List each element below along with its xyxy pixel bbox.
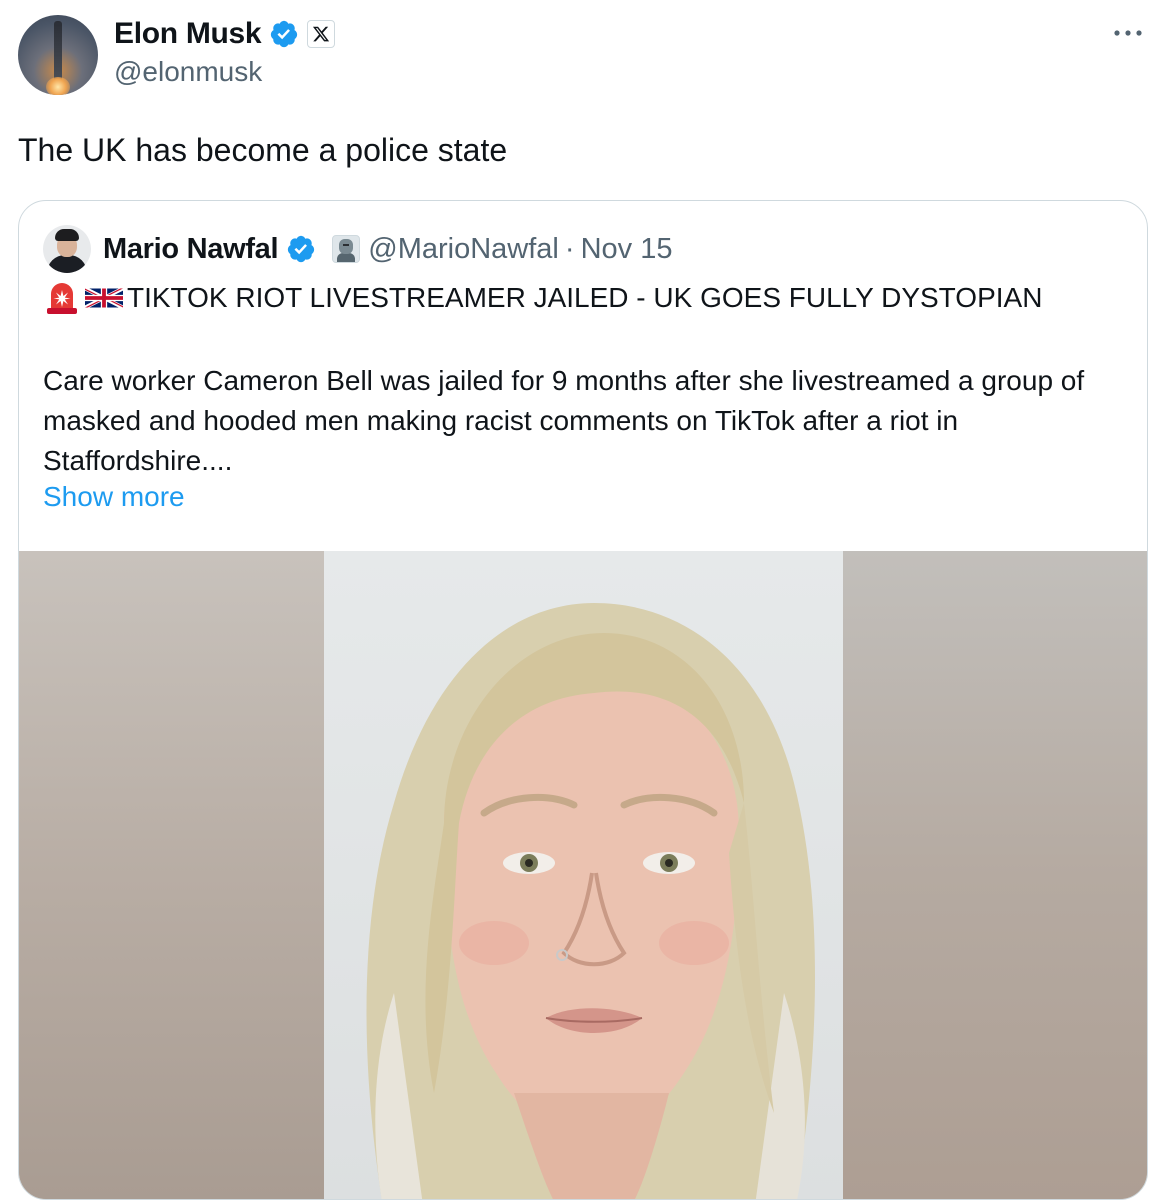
media-blurred-right — [843, 551, 1147, 1199]
quoted-tweet-headline: TIKTOK RIOT LIVESTREAMER JAILED - UK GOE… — [43, 281, 1042, 315]
verified-badge-icon — [271, 20, 298, 48]
custody-photo — [324, 551, 843, 1199]
portrait-graphic — [366, 603, 815, 1199]
quoted-author-avatar[interactable] — [43, 225, 91, 273]
quoted-tweet-card[interactable]: Mario Nawfal @MarioNawfal · Nov 15 TIKTO… — [18, 200, 1148, 1200]
x-logo-icon — [307, 20, 336, 48]
author-display-name[interactable]: Elon Musk — [114, 17, 262, 51]
headline-text: TIKTOK RIOT LIVESTREAMER JAILED - UK GOE… — [127, 282, 1043, 313]
rocket-flame-graphic — [46, 77, 70, 95]
affiliation-eye-graphic — [343, 244, 350, 246]
quoted-tweet-date[interactable]: Nov 15 — [581, 233, 673, 266]
quoted-author-name[interactable]: Mario Nawfal — [103, 233, 279, 266]
verified-badge-icon — [288, 235, 315, 263]
avatar-hair-graphic — [55, 229, 79, 241]
quoted-tweet-body: Care worker Cameron Bell was jailed for … — [43, 365, 1085, 476]
siren-icon — [47, 283, 77, 314]
author-name-row: Elon Musk — [114, 16, 336, 52]
more-options-icon[interactable] — [1110, 18, 1146, 48]
affiliation-badge-icon — [332, 235, 361, 263]
separator-dot: · — [564, 232, 575, 265]
affiliation-body-graphic — [337, 253, 356, 262]
show-more-link[interactable]: Show more — [43, 481, 185, 513]
author-handle[interactable]: @elonmusk — [114, 56, 262, 88]
quoted-tweet-media[interactable] — [19, 551, 1147, 1199]
media-blurred-left — [19, 551, 324, 1199]
tweet-text: The UK has become a police state — [18, 132, 508, 168]
quoted-author-handle[interactable]: @MarioNawfal — [368, 233, 559, 266]
starship-avatar-icon — [54, 21, 62, 81]
uk-flag-icon — [85, 286, 123, 310]
quoted-tweet-header: Mario Nawfal @MarioNawfal · Nov 15 — [43, 225, 673, 273]
affiliation-head-graphic — [339, 239, 354, 254]
author-avatar[interactable] — [18, 15, 98, 95]
avatar-body-graphic — [47, 255, 87, 273]
